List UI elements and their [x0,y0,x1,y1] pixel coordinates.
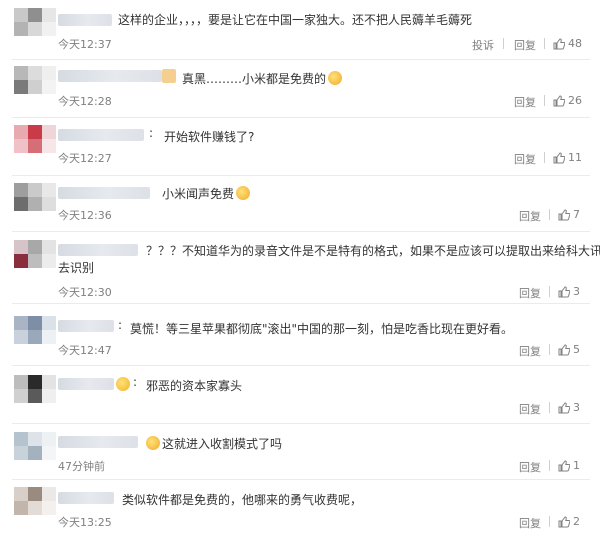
thumbs-up-icon [558,208,570,220]
comment-text: 开始软件赚钱了? [164,130,255,144]
avatar[interactable] [14,66,56,94]
like-count: 3 [573,285,580,298]
like-button[interactable]: 3 [558,285,580,298]
thumbs-up-icon [553,151,565,163]
reply-button[interactable]: 回复 [519,343,541,359]
comment-item: : 邪恶的资本家寡头 回复 3 [0,366,600,424]
like-count: 11 [568,151,582,164]
comment-time: 今天12:36 [58,209,112,222]
like-count: 7 [573,208,580,221]
comment-item: 这样的企业，，，，要是让它在中国一家独大。还不把人民薅羊毛薅死 今天12:37 … [0,0,600,60]
like-button[interactable]: 1 [558,459,580,472]
comment-item: 真黑………小米都是免费的 今天12:28 回复 26 [0,60,600,118]
comment-time: 今天12:30 [58,286,112,299]
like-count: 1 [573,459,580,472]
grin-emoji-icon [328,71,343,85]
like-count: 3 [573,401,580,414]
comment-text-continued: 去识别 [58,261,95,275]
username[interactable] [58,320,114,332]
avatar[interactable] [14,375,56,403]
like-button[interactable]: 48 [553,37,582,50]
like-count: 5 [573,343,580,356]
like-button[interactable]: 7 [558,208,580,221]
avatar[interactable] [14,487,56,515]
like-count: 26 [568,94,582,107]
reply-button[interactable]: 回复 [519,515,541,531]
reply-button[interactable]: 回复 [514,151,536,167]
reply-button[interactable]: 回复 [519,208,541,224]
thumbs-up-icon [558,401,570,413]
comment-text: 邪恶的资本家寡头 [146,379,243,393]
comment-item: 小米闻声免费 今天12:36 回复 7 [0,176,600,232]
comment-text: ？？？不知道华为的录音文件是不是特有的格式，如果不是应该可以提取出来给科大讯飞 [146,244,600,258]
divider [549,460,550,471]
username[interactable] [58,70,162,82]
thumbs-up-icon [558,343,570,355]
divider [544,38,545,49]
badge-icon [162,69,176,83]
reply-button[interactable]: 回复 [514,37,536,53]
comment-item: : 莫慌！等三星苹果都彻底"滚出"中国的那一刻，怕是吃香比现在更好看。 今天12… [0,304,600,366]
divider [549,286,550,297]
username[interactable] [58,492,114,504]
comment-text: 真黑………小米都是免费的 [182,70,343,87]
comment-item: : 开始软件赚钱了? 今天12:27 回复 11 [0,118,600,176]
username[interactable] [58,129,144,141]
comment-text: 这就进入收割模式了吗 [146,435,282,452]
comment-text: 这样的企业，，，，要是让它在中国一家独大。还不把人民薅羊毛薅死 [118,13,473,27]
divider [544,152,545,163]
reply-button[interactable]: 回复 [514,94,536,110]
comment-text: 莫慌！等三星苹果都彻底"滚出"中国的那一刻，怕是吃香比现在更好看。 [130,322,514,336]
thumbs-up-icon [553,94,565,106]
username[interactable] [58,436,138,448]
username[interactable] [58,187,150,199]
like-button[interactable]: 5 [558,343,580,356]
avatar[interactable] [14,316,56,344]
avatar[interactable] [14,125,56,153]
comment-time: 今天12:27 [58,152,112,165]
comment-time: 今天12:28 [58,95,112,108]
username[interactable] [58,378,114,390]
comment-item: 这就进入收割模式了吗 47分钟前 回复 1 [0,424,600,480]
kiss-emoji-icon [236,186,251,200]
username[interactable] [58,14,112,26]
reply-button[interactable]: 回复 [519,401,541,417]
laugh-emoji-icon [146,436,160,450]
like-button[interactable]: 3 [558,401,580,414]
face-emoji-icon [116,377,130,391]
like-count: 48 [568,37,582,50]
avatar[interactable] [14,183,56,211]
like-button[interactable]: 2 [558,515,580,528]
avatar[interactable] [14,432,56,460]
avatar[interactable] [14,8,56,36]
thumbs-up-icon [558,515,570,527]
divider [503,38,504,49]
divider [549,344,550,355]
comment-text: 小米闻声免费 [162,185,251,202]
thumbs-up-icon [558,459,570,471]
comment-time: 今天12:37 [58,38,112,51]
divider [549,209,550,220]
comment-time: 今天12:47 [58,344,112,357]
like-button[interactable]: 26 [553,94,582,107]
divider [544,95,545,106]
avatar[interactable] [14,240,56,268]
like-count: 2 [573,515,580,528]
comment-time: 47分钟前 [58,460,105,473]
comment-text: 类似软件都是免费的，他哪来的勇气收费呢， [122,493,363,507]
comment-item: 类似软件都是免费的，他哪来的勇气收费呢， 今天13:25 回复 2 [0,480,600,540]
divider [549,516,550,527]
like-button[interactable]: 11 [553,151,582,164]
comment-item: ？？？不知道华为的录音文件是不是特有的格式，如果不是应该可以提取出来给科大讯飞 … [0,232,600,304]
reply-button[interactable]: 回复 [519,459,541,475]
username[interactable] [58,244,138,256]
thumbs-up-icon [558,285,570,297]
reply-button[interactable]: 回复 [519,285,541,301]
report-button[interactable]: 投诉 [472,37,494,53]
divider [549,402,550,413]
comment-time: 今天13:25 [58,516,112,529]
thumbs-up-icon [553,37,565,49]
